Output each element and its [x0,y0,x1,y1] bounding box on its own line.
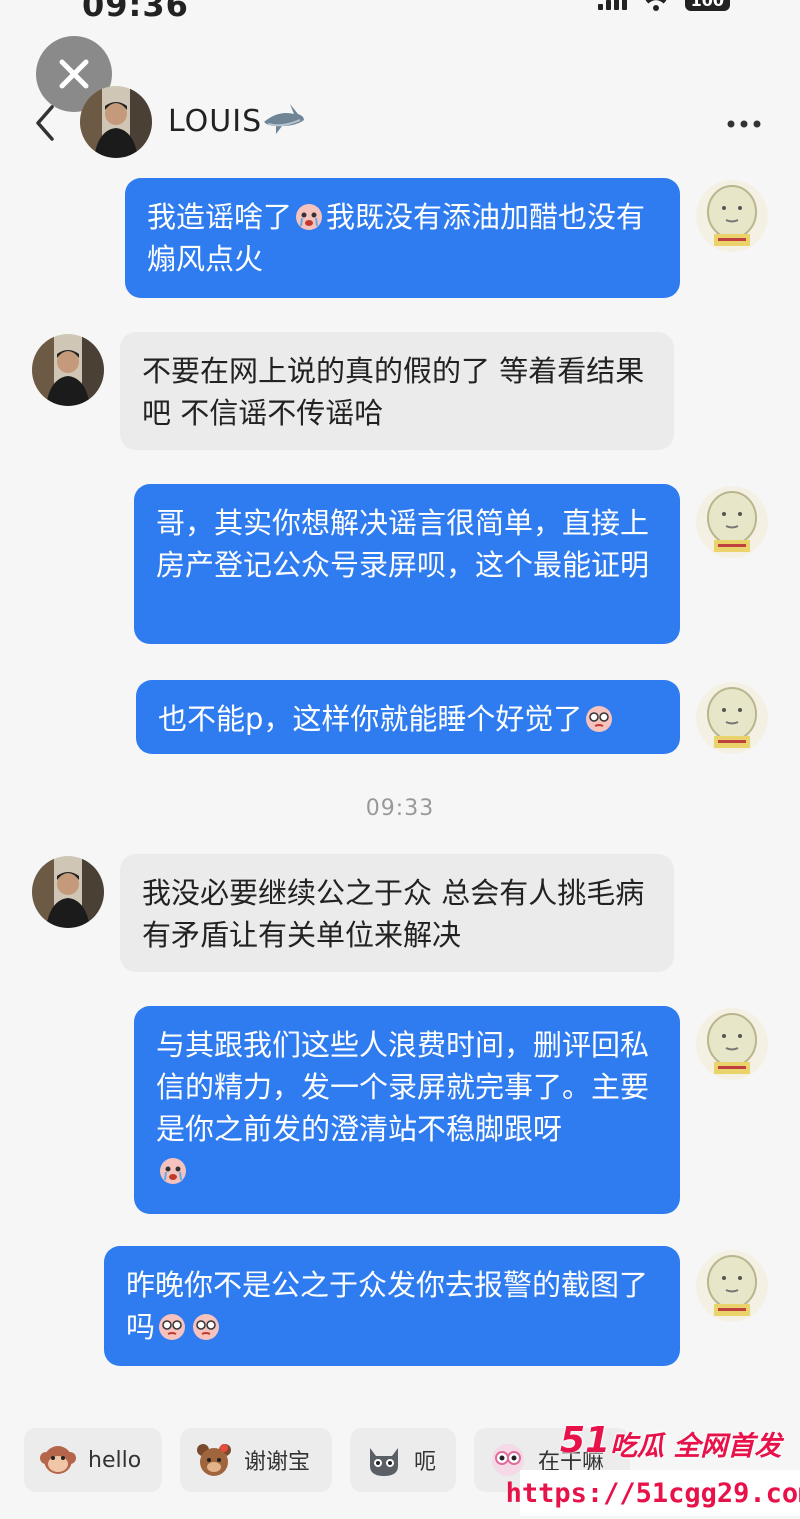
self-avatar[interactable] [696,486,768,558]
chevron-left-icon [36,105,54,141]
message-timestamp: 09:33 [365,796,435,821]
self-avatar[interactable] [696,1250,768,1322]
watermark-number: 51 [560,1420,611,1461]
quick-reply-label: hello [88,1447,142,1473]
message-bubble-sent[interactable]: 我造谣啥了 我既没有添油加醋也没有煽风点火 [125,178,680,298]
self-avatar[interactable] [696,682,768,754]
monkey-icon [40,1446,76,1474]
quick-reply-thanks[interactable]: 谢谢宝 [180,1428,332,1492]
message-bubble-received[interactable]: 我没必要继续公之于众 总会有人挑毛病 有矛盾让有关单位来解决 [120,854,674,972]
status-icons: 100 [597,0,730,11]
pleading-emoji-icon [586,706,613,732]
message-text: 不要在网上说的真的假的了 等着看结果吧 不信谣不传谣哈 [142,354,645,430]
watermark-brand: 吃瓜 全网首发 [610,1431,782,1462]
message-bubble-sent[interactable]: 哥，其实你想解决谣言很简单，直接上房产登记公众号录屏呗，这个最能证明 [134,484,680,644]
pleading-emoji-icon [193,1314,220,1340]
cellular-signal-icon [597,0,627,10]
message-bubble-sent[interactable]: 昨晚你不是公之于众发你去报警的截图了吗 [104,1246,680,1366]
pleading-emoji-icon [159,1314,186,1340]
more-icon [727,120,761,128]
battery-level: 100 [684,0,730,11]
contact-avatar[interactable] [32,856,104,928]
wifi-icon [645,0,666,11]
bear-icon [197,1444,231,1476]
crying-emoji-icon [296,204,323,230]
watermark-url: https://51cgg29.com [506,1470,800,1516]
crying-emoji-icon [160,1158,186,1184]
contact-avatar[interactable] [32,334,104,406]
message-text: 也不能p，这样你就能睡个好觉了 [158,702,583,736]
message-text: 我造谣啥了 [147,200,293,234]
cat-icon [370,1448,398,1476]
message-bubble-sent[interactable]: 与其跟我们这些人浪费时间，删评回私信的精力，发一个录屏就完事了。主要是你之前发的… [134,1006,680,1214]
message-text: 我没必要继续公之于众 总会有人挑毛病 有矛盾让有关单位来解决 [142,876,645,952]
status-time: 09:36 [82,0,189,24]
contact-name[interactable]: LOUIS [168,104,262,139]
quick-reply-label: 呃 [414,1450,437,1475]
message-text: 与其跟我们这些人浪费时间，删评回私信的精力，发一个录屏就完事了。主要是你之前发的… [156,1028,650,1146]
self-avatar[interactable] [696,1008,768,1080]
message-bubble-received[interactable]: 不要在网上说的真的假的了 等着看结果吧 不信谣不传谣哈 [120,332,674,450]
quick-reply-hello[interactable]: hello [24,1428,162,1492]
quick-reply-label: 谢谢宝 [244,1450,311,1475]
message-bubble-sent[interactable]: 也不能p，这样你就能睡个好觉了 [136,680,680,754]
quick-reply-uh[interactable]: 呃 [350,1428,456,1492]
self-avatar[interactable] [696,180,768,252]
contact-avatar[interactable] [80,86,152,158]
back-button[interactable] [30,100,60,146]
shark-icon [264,104,304,134]
message-text: 哥，其实你想解决谣言很简单，直接上房产登记公众号录屏呗，这个最能证明 [156,506,650,582]
close-icon [59,59,89,89]
more-options-button[interactable] [724,104,764,144]
